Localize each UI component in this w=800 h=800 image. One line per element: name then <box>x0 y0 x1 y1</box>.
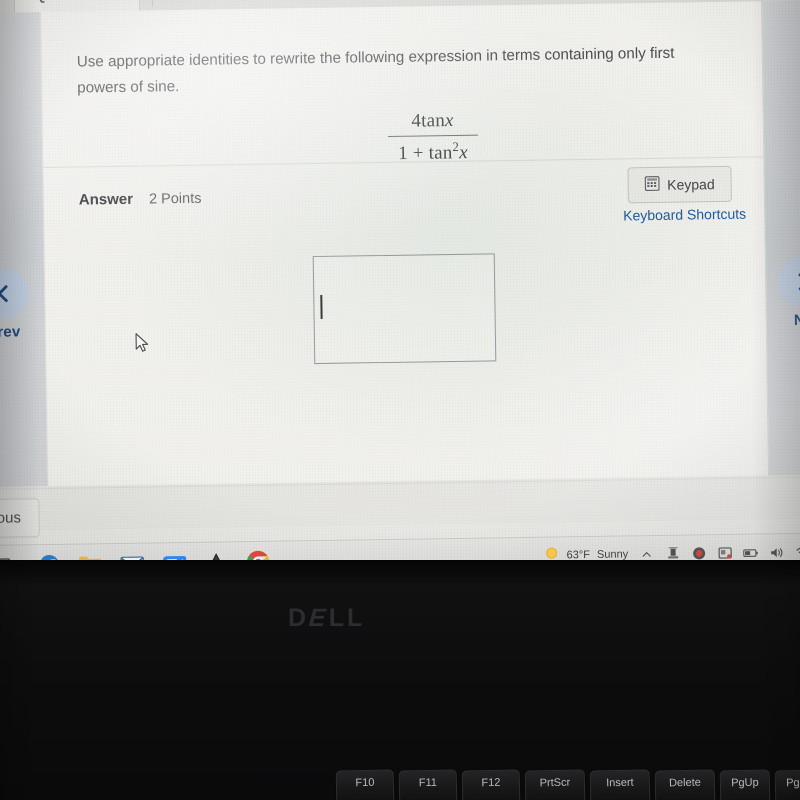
key-f12[interactable]: F12 <box>461 769 521 800</box>
bezel-shadow <box>0 560 800 586</box>
answer-points: 2 Points <box>148 190 202 208</box>
key-f11[interactable]: F11 <box>398 769 458 800</box>
laptop-body: DELL F10 F11 F12 PrtScr Insert Delete Pg… <box>0 560 800 800</box>
expression-numerator: 4tanx <box>388 110 478 135</box>
question-card: Use appropriate identities to rewrite th… <box>40 1 770 487</box>
key-f10-label: F10 <box>355 776 375 790</box>
key-delete[interactable]: Delete <box>654 769 716 800</box>
answer-label: Answer <box>78 190 134 209</box>
key-pgup-label: PgUp <box>731 776 759 790</box>
prev-button-circle <box>0 268 29 320</box>
dell-brand-logo: DELL <box>288 604 365 633</box>
key-prtscr-label: PrtScr <box>539 776 571 790</box>
key-delete-label: Delete <box>668 776 701 790</box>
keypad-button[interactable]: Keypad <box>626 165 732 204</box>
next-button-circle <box>777 256 800 308</box>
answer-header: Answer 2 Points <box>79 190 202 209</box>
next-button-label: Ne <box>793 311 800 329</box>
notification-icon[interactable] <box>717 545 732 560</box>
fraction-bar <box>387 134 478 137</box>
battery-icon[interactable] <box>743 545 758 560</box>
volume-icon[interactable] <box>769 545 784 560</box>
calculator-keypad-icon <box>644 176 660 194</box>
numerator-variable: x <box>444 109 454 132</box>
key-pgdn-label: PgDn <box>786 776 800 790</box>
answer-input[interactable] <box>312 253 497 365</box>
laptop-keyboard: F10 F11 F12 PrtScr Insert Delete PgUp Pg… <box>0 762 800 800</box>
previous-page-button[interactable]: revious <box>0 498 41 539</box>
learning-app-window: Question 10 of 20 Step 1 of 1 <box>0 0 800 539</box>
chevron-left-icon <box>0 283 11 305</box>
keypad-button-label: Keypad <box>667 176 715 193</box>
tab-step-indicator-label: of 20 Step 1 of 1 <box>180 0 293 2</box>
math-expression: 4tanx 1 + tan2x <box>387 110 478 166</box>
monitor-screen: Question 10 of 20 Step 1 of 1 <box>0 0 800 592</box>
key-insert[interactable]: Insert <box>589 769 651 800</box>
key-insert-label: Insert <box>606 776 634 790</box>
screen-surface: Question 10 of 20 Step 1 of 1 <box>0 0 800 592</box>
key-pgdn[interactable]: PgDn <box>774 769 800 800</box>
numerator-function: tan <box>420 110 446 132</box>
key-f12-label: F12 <box>481 776 501 790</box>
tab-question-10-label: Question 10 <box>35 0 119 4</box>
text-caret <box>320 294 323 319</box>
chevron-right-icon <box>795 271 800 293</box>
network-icon[interactable] <box>795 544 800 559</box>
previous-page-button-label: revious <box>0 509 22 528</box>
key-f11-label: F11 <box>418 776 438 790</box>
question-prompt: Use appropriate identities to rewrite th… <box>76 44 675 97</box>
prev-button-label: Prev <box>0 323 21 341</box>
tab-separator <box>151 0 153 7</box>
left-nav-gutter <box>0 12 48 488</box>
antivirus-icon[interactable] <box>691 546 706 561</box>
key-f10[interactable]: F10 <box>335 769 395 800</box>
key-prtscr[interactable]: PrtScr <box>524 769 586 800</box>
screenshot-photo: Question 10 of 20 Step 1 of 1 <box>0 0 800 800</box>
key-pgup[interactable]: PgUp <box>719 769 771 800</box>
keyboard-shortcuts-link[interactable]: Keyboard Shortcuts <box>623 206 746 224</box>
next-question-button[interactable]: Ne <box>775 256 800 329</box>
prev-question-button[interactable]: Prev <box>0 268 32 341</box>
dell-logo-suffix: LL <box>328 604 366 632</box>
